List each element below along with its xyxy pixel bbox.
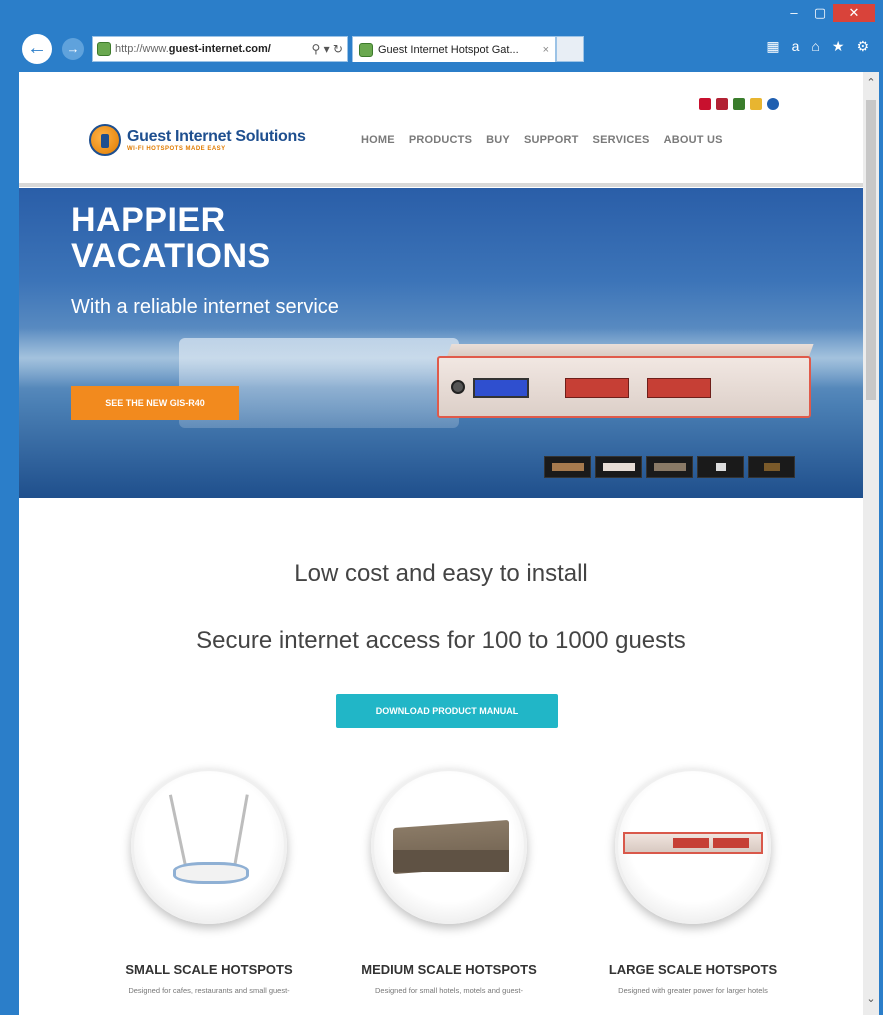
device-ports-right: [647, 378, 711, 398]
product-card-medium[interactable]: MEDIUM SCALE HOTSPOTS Designed for small…: [329, 768, 569, 996]
close-window-button[interactable]: ✕: [833, 4, 875, 22]
product-description: Designed with greater power for larger h…: [618, 986, 768, 995]
download-manual-button[interactable]: DOWNLOAD PRODUCT MANUAL: [336, 694, 558, 728]
lead-heading-1: Low cost and easy to install: [294, 560, 588, 587]
page-viewport: Guest Internet Solutions WI-FI HOTSPOTS …: [19, 72, 863, 1015]
flag-icon[interactable]: [699, 98, 711, 110]
hero-banner: HAPPIER VACATIONS With a reliable intern…: [19, 188, 863, 498]
nav-support[interactable]: SUPPORT: [524, 134, 579, 146]
hero-subtitle: With a reliable internet service: [71, 296, 339, 318]
home-icon[interactable]: ⌂: [811, 38, 819, 55]
settings-gear-icon[interactable]: ⚙: [856, 38, 869, 55]
slide-thumbnail[interactable]: [646, 456, 693, 478]
browser-window: – ▢ ✕ ← → http://www.guest-internet.com/…: [0, 0, 883, 1015]
maximize-button[interactable]: ▢: [807, 4, 833, 22]
main-nav: HOME PRODUCTS BUY SUPPORT SERVICES ABOUT…: [361, 134, 723, 146]
scroll-down-arrow-icon[interactable]: ⌄: [863, 992, 879, 1005]
logo-tagline: WI-FI HOTSPOTS MADE EASY: [127, 146, 226, 152]
url-domain: guest-internet.com/: [168, 43, 271, 55]
product-description: Designed for cafes, restaurants and smal…: [128, 986, 290, 995]
tab-close-icon[interactable]: ×: [543, 44, 549, 56]
nav-services[interactable]: SERVICES: [593, 134, 650, 146]
flag-icon[interactable]: [733, 98, 745, 110]
site-logo[interactable]: Guest Internet Solutions WI-FI HOTSPOTS …: [89, 124, 306, 156]
new-tab-button[interactable]: [556, 36, 584, 62]
nav-products[interactable]: PRODUCTS: [409, 134, 472, 146]
device-ports-left: [565, 378, 629, 398]
nav-buy[interactable]: BUY: [486, 134, 510, 146]
product-title: LARGE SCALE HOTSPOTS: [608, 962, 778, 977]
vertical-scrollbar[interactable]: ⌃ ⌄: [863, 72, 879, 1015]
back-button[interactable]: ←: [22, 34, 52, 64]
device-display: [473, 378, 529, 398]
minimize-button[interactable]: –: [781, 4, 807, 22]
url-text: http://www.guest-internet.com/: [115, 43, 271, 55]
site-header: Guest Internet Solutions WI-FI HOTSPOTS …: [19, 72, 863, 187]
amazon-icon[interactable]: a: [792, 38, 800, 55]
forward-button[interactable]: →: [62, 38, 84, 60]
small-router-image: [131, 768, 287, 924]
globe-icon[interactable]: [767, 98, 779, 110]
product-title: MEDIUM SCALE HOTSPOTS: [361, 962, 537, 977]
slide-thumbnail[interactable]: [748, 456, 795, 478]
browser-toolbar: ▦ a ⌂ ★ ⚙: [766, 38, 869, 55]
slide-thumbnail[interactable]: [595, 456, 642, 478]
product-grid: SMALL SCALE HOTSPOTS Designed for cafes,…: [19, 768, 863, 1015]
flag-icon[interactable]: [750, 98, 762, 110]
language-flags: [699, 98, 779, 110]
slide-thumbnail[interactable]: [697, 456, 744, 478]
nav-about-us[interactable]: ABOUT US: [664, 134, 723, 146]
product-card-small[interactable]: SMALL SCALE HOTSPOTS Designed for cafes,…: [89, 768, 329, 996]
tab-title: Guest Internet Hotspot Gat...: [378, 43, 519, 56]
lead-heading-2: Secure internet access for 100 to 1000 g…: [196, 627, 686, 654]
device-power-knob: [451, 380, 465, 394]
url-prefix: http://www.: [115, 43, 169, 55]
product-description: Designed for small hotels, motels and gu…: [375, 986, 523, 995]
browser-chrome: – ▢ ✕ ← → http://www.guest-internet.com/…: [0, 0, 883, 72]
slide-thumbnail[interactable]: [544, 456, 591, 478]
logo-mark-icon: [89, 124, 121, 156]
product-title: SMALL SCALE HOTSPOTS: [125, 962, 293, 977]
flag-icon[interactable]: [716, 98, 728, 110]
hero-title-line2: VACATIONS: [71, 237, 271, 275]
hero-title: HAPPIER VACATIONS: [71, 202, 271, 274]
window-controls: – ▢ ✕: [781, 4, 875, 22]
favorites-star-icon[interactable]: ★: [832, 38, 845, 55]
logo-name: Guest Internet Solutions: [127, 128, 306, 145]
slide-thumbnails: [544, 456, 795, 478]
nav-home[interactable]: HOME: [361, 134, 395, 146]
site-favicon-icon: [97, 42, 111, 56]
tab-favicon-icon: [359, 42, 373, 57]
scrollbar-thumb[interactable]: [866, 100, 876, 400]
medium-device-image: [371, 768, 527, 924]
reading-view-icon[interactable]: ▦: [766, 38, 779, 55]
scroll-up-arrow-icon[interactable]: ⌃: [863, 76, 879, 89]
address-bar[interactable]: http://www.guest-internet.com/ ⚲ ▾ ↻: [92, 36, 348, 62]
hero-title-line1: HAPPIER: [71, 201, 226, 239]
tab-active[interactable]: Guest Internet Hotspot Gat... ×: [352, 36, 556, 62]
large-device-image: [615, 768, 771, 924]
product-card-large[interactable]: LARGE SCALE HOTSPOTS Designed with great…: [573, 768, 813, 996]
see-new-product-button[interactable]: SEE THE NEW GIS-R40: [71, 386, 239, 420]
address-search-refresh-icons[interactable]: ⚲ ▾ ↻: [311, 42, 347, 56]
